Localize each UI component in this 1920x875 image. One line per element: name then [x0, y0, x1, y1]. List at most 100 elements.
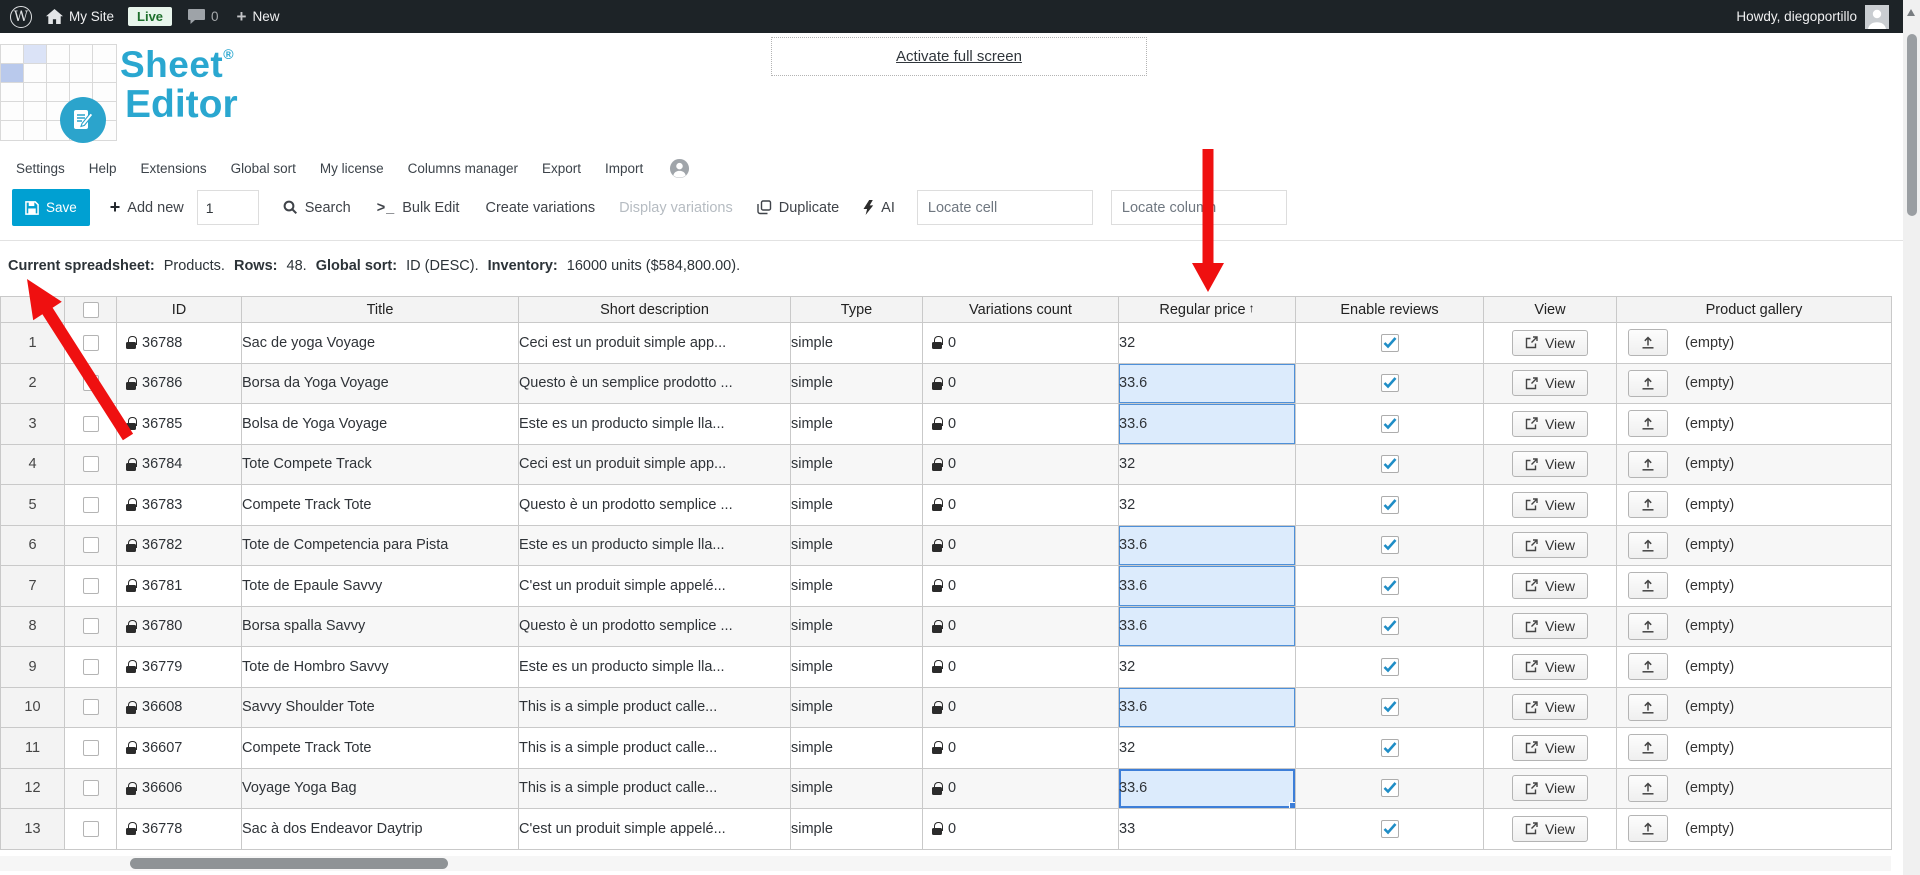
cell-title[interactable]: Tote de Competencia para Pista: [241, 524, 519, 566]
cell-title[interactable]: Voyage Yoga Bag: [241, 767, 519, 809]
cell-type[interactable]: simple: [790, 565, 923, 607]
cell-variations-count[interactable]: 0: [922, 322, 1119, 364]
cell-type[interactable]: simple: [790, 605, 923, 647]
reviews-checkbox[interactable]: [1380, 617, 1399, 636]
cell-regular-price[interactable]: 33.6: [1118, 767, 1296, 809]
cell-variations-count[interactable]: 0: [922, 524, 1119, 566]
row-number[interactable]: 7: [0, 565, 65, 607]
cell-variations-count[interactable]: 0: [922, 605, 1119, 647]
cell-variations-count[interactable]: 0: [922, 727, 1119, 769]
upload-button[interactable]: [1628, 369, 1668, 397]
row-checkbox[interactable]: [82, 496, 99, 513]
reviews-checkbox[interactable]: [1380, 414, 1399, 433]
column-header-variations-count[interactable]: Variations count: [922, 296, 1119, 323]
cell-type[interactable]: simple: [790, 403, 923, 445]
cell-short-description[interactable]: Questo è un prodotto semplice ...: [518, 484, 791, 526]
upload-button[interactable]: [1628, 612, 1668, 640]
search-button[interactable]: Search: [283, 200, 351, 216]
cell-type[interactable]: simple: [790, 808, 923, 850]
wordpress-logo-icon[interactable]: W: [10, 5, 32, 28]
row-number[interactable]: 12: [0, 767, 65, 809]
row-checkbox[interactable]: [82, 415, 99, 432]
row-checkbox[interactable]: [82, 456, 99, 473]
cell-type[interactable]: simple: [790, 727, 923, 769]
locate-cell-input[interactable]: [916, 190, 1093, 225]
cell-id[interactable]: 36778: [116, 808, 242, 850]
view-button[interactable]: View: [1511, 653, 1589, 680]
cell-id[interactable]: 36784: [116, 443, 242, 485]
upload-button[interactable]: [1628, 653, 1668, 681]
cell-variations-count[interactable]: 0: [922, 565, 1119, 607]
cell-id[interactable]: 36783: [116, 484, 242, 526]
reviews-checkbox[interactable]: [1380, 779, 1399, 798]
cell-id[interactable]: 36782: [116, 524, 242, 566]
cell-variations-count[interactable]: 0: [922, 646, 1119, 688]
view-button[interactable]: View: [1511, 694, 1589, 721]
cell-type[interactable]: simple: [790, 322, 923, 364]
howdy-text[interactable]: Howdy, diegoportillo: [1736, 9, 1857, 24]
cell-id[interactable]: 36606: [116, 767, 242, 809]
column-header-type[interactable]: Type: [790, 296, 923, 323]
view-button[interactable]: View: [1511, 613, 1589, 640]
reviews-checkbox[interactable]: [1380, 455, 1399, 474]
cell-regular-price[interactable]: 33.6: [1118, 362, 1296, 404]
cell-title[interactable]: Tote de Epaule Savvy: [241, 565, 519, 607]
cell-id[interactable]: 36608: [116, 686, 242, 728]
cell-type[interactable]: simple: [790, 443, 923, 485]
cell-short-description[interactable]: Questo è un prodotto semplice ...: [518, 605, 791, 647]
row-number[interactable]: 13: [0, 808, 65, 850]
cell-variations-count[interactable]: 0: [922, 808, 1119, 850]
row-number[interactable]: 6: [0, 524, 65, 566]
bulk-edit-button[interactable]: >_ Bulk Edit: [377, 200, 460, 216]
cell-regular-price[interactable]: 33.6: [1118, 605, 1296, 647]
cell-type[interactable]: simple: [790, 686, 923, 728]
row-checkbox[interactable]: [82, 537, 99, 554]
row-checkbox[interactable]: [82, 618, 99, 635]
add-new-button[interactable]: + Add new: [110, 197, 184, 218]
cell-title[interactable]: Borsa da Yoga Voyage: [241, 362, 519, 404]
add-new-count-input[interactable]: [196, 190, 259, 225]
view-button[interactable]: View: [1511, 329, 1589, 356]
upload-button[interactable]: [1628, 774, 1668, 802]
view-button[interactable]: View: [1511, 491, 1589, 518]
cell-title[interactable]: Bolsa de Yoga Voyage: [241, 403, 519, 445]
menu-item-columns-manager[interactable]: Columns manager: [408, 161, 518, 176]
row-checkbox[interactable]: [82, 820, 99, 837]
cell-regular-price[interactable]: 32: [1118, 727, 1296, 769]
cell-type[interactable]: simple: [790, 484, 923, 526]
cell-id[interactable]: 36779: [116, 646, 242, 688]
cell-variations-count[interactable]: 0: [922, 484, 1119, 526]
row-checkbox[interactable]: [82, 780, 99, 797]
view-button[interactable]: View: [1511, 370, 1589, 397]
cell-title[interactable]: Sac de yoga Voyage: [241, 322, 519, 364]
cell-variations-count[interactable]: 0: [922, 403, 1119, 445]
upload-button[interactable]: [1628, 491, 1668, 519]
column-header-regular-price[interactable]: Regular price ↑: [1118, 296, 1296, 323]
view-button[interactable]: View: [1511, 775, 1589, 802]
view-button[interactable]: View: [1511, 532, 1589, 559]
menu-item-export[interactable]: Export: [542, 161, 581, 176]
cell-regular-price[interactable]: 33: [1118, 808, 1296, 850]
row-checkbox[interactable]: [82, 739, 99, 756]
row-checkbox[interactable]: [82, 375, 99, 392]
cell-regular-price[interactable]: 33.6: [1118, 403, 1296, 445]
cell-regular-price[interactable]: 32: [1118, 443, 1296, 485]
cell-short-description[interactable]: C'est un produit simple appelé...: [518, 808, 791, 850]
upload-button[interactable]: [1628, 572, 1668, 600]
cell-short-description[interactable]: Este es un producto simple lla...: [518, 403, 791, 445]
account-icon[interactable]: [669, 158, 690, 179]
cell-variations-count[interactable]: 0: [922, 443, 1119, 485]
reviews-checkbox[interactable]: [1380, 576, 1399, 595]
cell-short-description[interactable]: This is a simple product calle...: [518, 767, 791, 809]
view-button[interactable]: View: [1511, 451, 1589, 478]
view-button[interactable]: View: [1511, 734, 1589, 761]
cell-title[interactable]: Savvy Shoulder Tote: [241, 686, 519, 728]
cell-regular-price[interactable]: 32: [1118, 484, 1296, 526]
row-number[interactable]: 4: [0, 443, 65, 485]
activate-fullscreen-link[interactable]: Activate full screen: [896, 48, 1022, 65]
menu-item-help[interactable]: Help: [89, 161, 117, 176]
cell-type[interactable]: simple: [790, 524, 923, 566]
column-header-short-description[interactable]: Short description: [518, 296, 791, 323]
reviews-checkbox[interactable]: [1380, 698, 1399, 717]
row-checkbox[interactable]: [82, 577, 99, 594]
